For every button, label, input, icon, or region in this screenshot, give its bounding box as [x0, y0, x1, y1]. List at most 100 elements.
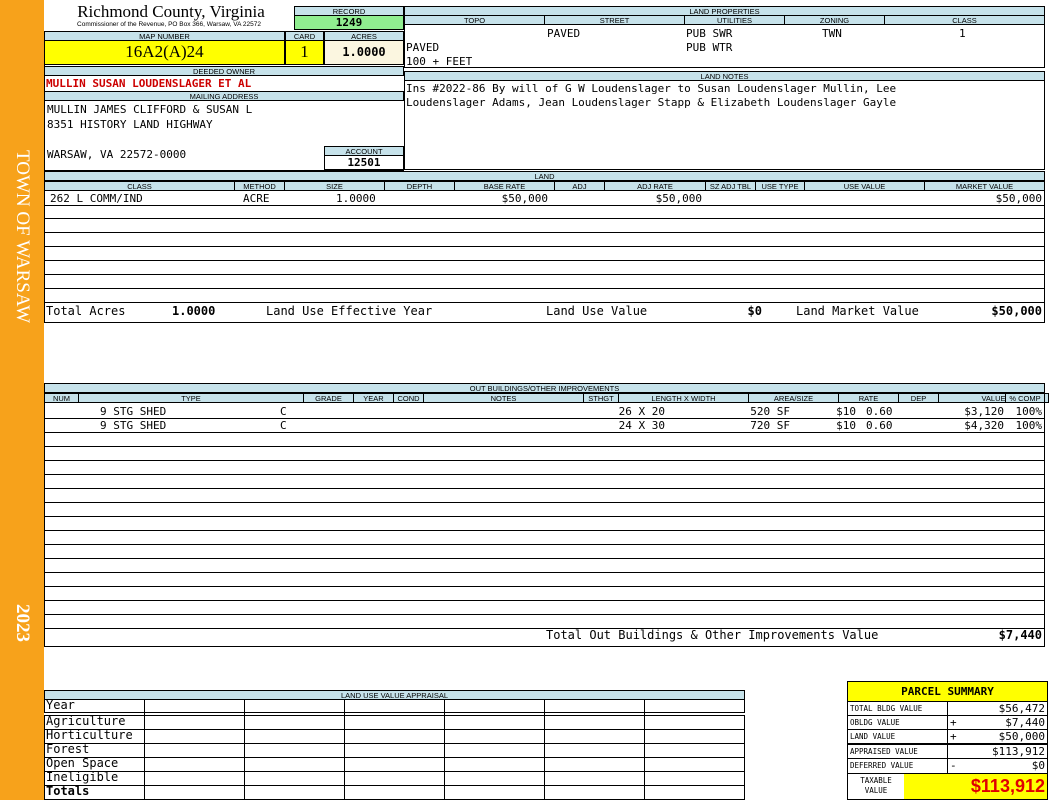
land-use-appraisal-label: LAND USE VALUE APPRAISAL: [44, 690, 745, 700]
ps-label-obldg: OBLDG VALUE: [850, 718, 900, 727]
account-label: ACCOUNT: [324, 146, 404, 156]
ob-row-area: 520 SF: [750, 405, 790, 418]
account-value: 12501: [324, 156, 404, 170]
ob-row-dims: 24 X 30: [618, 419, 665, 432]
ob-row-line: [44, 460, 1045, 461]
land-notes-line-1: Ins #2022-86 By will of G W Loudenslager…: [406, 82, 897, 95]
total-acres-value: 1.0000: [172, 304, 216, 318]
outbuildings-label: OUT BUILDINGS/OTHER IMPROVEMENTS: [44, 383, 1045, 393]
land-row-size: 1.0000: [336, 192, 376, 205]
luva-row-horticulture: Horticulture: [46, 728, 133, 742]
land-row-line: [44, 218, 1045, 219]
ob-row-rate: $10: [836, 405, 856, 418]
ps-row: APPRAISED VALUE $113,912: [848, 745, 1047, 759]
ps-value-appraised: $113,912: [992, 745, 1045, 758]
outbuildings-table-body: [44, 402, 1045, 647]
land-row-line: [44, 302, 1045, 303]
luva-row-open-space: Open Space: [46, 756, 119, 770]
col-street: STREET: [544, 15, 685, 25]
ps-label-land: LAND VALUE: [850, 732, 896, 741]
card-value: 1: [285, 41, 324, 65]
ob-row-line: [44, 502, 1045, 503]
street-value: PAVED: [547, 27, 581, 40]
ps-sign-minus: -: [950, 759, 957, 772]
ps-taxable-label-1: TAXABLE: [860, 776, 892, 785]
ps-value-deferred: $0: [1031, 759, 1045, 772]
ob-row-value: $3,120: [964, 405, 1004, 418]
ob-row-line: [44, 628, 1045, 629]
col-topo: TOPO: [404, 15, 545, 25]
sidebar-town: TOWN OF WARSAW: [12, 150, 33, 324]
ob-row-value: $4,320: [964, 419, 1004, 432]
effective-year-label: Land Use Effective Year: [266, 304, 433, 318]
acres-value: 1.0000: [324, 41, 404, 65]
record-value: 1249: [294, 16, 404, 30]
acres-label: ACRES: [324, 31, 404, 41]
land-row-line: [44, 288, 1045, 289]
luva-row-line: [44, 757, 745, 758]
luva-row-line: [44, 743, 745, 744]
ps-value-total-bldg: $56,472: [998, 702, 1045, 715]
mailing-line-3: WARSAW, VA 22572-0000: [47, 148, 187, 161]
deeded-owner-label: DEEDED OWNER: [44, 66, 404, 76]
col-zoning: ZONING: [784, 15, 885, 25]
luva-row-ineligible: Ineligible: [46, 770, 119, 784]
parcel-summary-title: PARCEL SUMMARY: [848, 682, 1047, 702]
luva-year-label: Year: [46, 698, 75, 712]
land-row-line: [44, 260, 1045, 261]
ps-row: OBLDG VALUE + $7,440: [848, 716, 1047, 730]
sidebar: TOWN OF WARSAW 2023: [0, 0, 44, 800]
ps-label-total-bldg: TOTAL BLDG VALUE: [850, 704, 923, 713]
mailing-address-label: MAILING ADDRESS: [44, 91, 404, 101]
ps-value-land: $50,000: [998, 730, 1045, 743]
land-row-line: [44, 274, 1045, 275]
class-value: 1: [959, 27, 966, 40]
parcel-summary: PARCEL SUMMARY TOTAL BLDG VALUE $56,472 …: [847, 681, 1048, 800]
land-row-line: [44, 205, 1045, 206]
deeded-owner-value: MULLIN SUSAN LOUDENSLAGER ET AL: [46, 77, 252, 90]
ob-row-line: [44, 432, 1045, 433]
ob-row-type: 9 STG SHED: [100, 419, 167, 432]
ob-total-value: $7,440: [998, 628, 1042, 642]
ps-label-appraised: APPRAISED VALUE: [850, 747, 918, 756]
ob-row-type: 9 STG SHED: [100, 405, 167, 418]
land-row-base-rate: $50,000: [501, 192, 548, 205]
card-label: CARD: [285, 31, 324, 41]
ps-label-deferred: DEFERRED VALUE: [850, 761, 914, 770]
land-row-adj-rate: $50,000: [655, 192, 702, 205]
land-row-line: [44, 232, 1045, 233]
ob-row-line: [44, 418, 1045, 419]
ob-row-comp: 100%: [1015, 405, 1043, 418]
ob-row-line: [44, 488, 1045, 489]
ob-total-label: Total Out Buildings & Other Improvements…: [546, 628, 879, 642]
ob-row-line: [44, 530, 1045, 531]
luva-row-line: [44, 729, 745, 730]
ps-taxable-value: $113,912: [904, 774, 1047, 799]
zoning-value: TWN: [822, 27, 842, 40]
utilities-value-1: PUB SWR: [686, 27, 733, 40]
land-market-value: $50,000: [991, 304, 1042, 318]
land-row-market-value: $50,000: [995, 192, 1042, 205]
topo-value-1: PAVED: [406, 41, 440, 54]
land-row-line: [44, 246, 1045, 247]
ps-value-obldg: $7,440: [1005, 716, 1045, 729]
ps-row: DEFERRED VALUE - $0: [848, 759, 1047, 774]
land-properties-columns: TOPO STREET UTILITIES ZONING CLASS: [404, 15, 1045, 25]
col-class: CLASS: [884, 15, 1045, 25]
map-number-label: MAP NUMBER: [44, 31, 285, 41]
luva-row-totals: Totals: [46, 784, 90, 798]
ob-row-area: 720 SF: [750, 419, 790, 432]
ob-row-grade: C: [280, 405, 287, 418]
total-acres-label: Total Acres: [46, 304, 126, 318]
mailing-line-1: MULLIN JAMES CLIFFORD & SUSAN L: [47, 103, 253, 116]
topo-value-2: 100 + FEET: [406, 55, 473, 68]
ob-row-rate: $10: [836, 419, 856, 432]
luva-row-line: [44, 771, 745, 772]
luva-year-row: [44, 700, 745, 713]
sidebar-year: 2023: [12, 604, 33, 642]
ob-row-dep: 0.60: [866, 419, 893, 432]
luva-row-forest: Forest: [46, 742, 90, 756]
ps-sign-plus: +: [950, 716, 957, 729]
col-utilities: UTILITIES: [684, 15, 785, 25]
land-row-method: ACRE: [243, 192, 270, 205]
